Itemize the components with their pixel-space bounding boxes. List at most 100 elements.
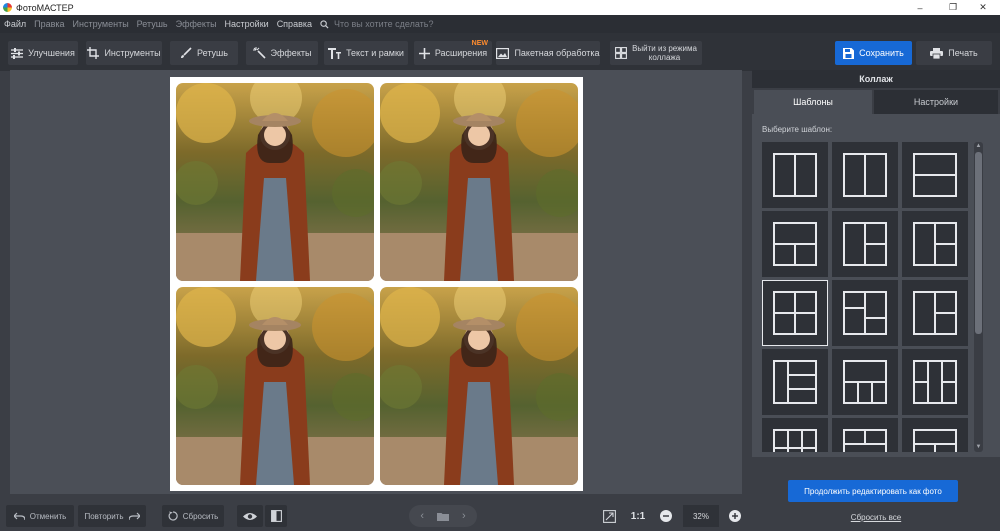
template-four-grid[interactable] [762,280,828,346]
template-three-cols-split[interactable] [902,349,968,415]
search-icon [320,19,329,29]
print-button[interactable]: Печать [916,41,992,65]
exit-collage-button[interactable]: Выйти из режима коллажа [610,41,702,65]
template-top-wide-bottom-split[interactable] [762,211,828,277]
template-rows-split[interactable] [902,418,968,452]
save-button[interactable]: Сохранить [835,41,912,65]
prev-photo-icon[interactable]: ‹ [420,510,424,522]
search-placeholder: Что вы хотите сделать? [334,19,434,29]
actual-size-button[interactable]: 1:1 [626,505,650,527]
extensions-label: Расширения [434,48,488,58]
layout-icon [773,222,817,266]
reset-all-link[interactable]: Сбросить все [752,513,1000,522]
zoom-out-button[interactable] [657,505,675,527]
save-label: Сохранить [859,48,904,58]
layout-icon [773,153,817,197]
menu-tools[interactable]: Инструменты [69,19,133,29]
extensions-button[interactable]: NEW Расширения [414,40,492,65]
collage-photo-1[interactable] [176,83,374,281]
choose-template-label: Выберите шаблон: [762,125,833,134]
image-stack-icon [496,47,510,59]
scroll-up-icon[interactable]: ▲ [975,143,982,150]
text-frames-button[interactable]: Текст и рамки [324,41,408,65]
template-two-rows[interactable] [902,142,968,208]
collage-page[interactable] [170,77,583,491]
retouch-button[interactable]: Ретушь [170,41,238,65]
template-top-three-cols[interactable] [762,418,828,452]
eye-icon [243,512,257,520]
redo-button[interactable]: Повторить [78,505,146,527]
menu-retouch[interactable]: Ретушь [133,19,172,29]
fit-to-screen-button[interactable] [598,505,620,527]
template-scrollbar[interactable]: ▲ ▼ [974,142,983,452]
close-window-button[interactable]: ✕ [968,0,998,15]
template-top-wide-bottom-three[interactable] [832,349,898,415]
layout-icon [913,153,957,197]
menu-edit[interactable]: Правка [30,19,68,29]
new-badge: NEW [471,40,488,47]
reset-button[interactable]: Сбросить [162,505,224,527]
collage-photo-4[interactable] [380,287,578,485]
photo-navigator: ‹ › [409,505,477,527]
collage-photo-3[interactable] [176,287,374,485]
floppy-disk-icon [843,47,855,59]
effects-button[interactable]: Эффекты [246,41,318,65]
zoom-out-icon [660,510,672,522]
enhance-label: Улучшения [28,48,75,58]
magic-wand-icon [252,47,266,59]
maximize-button[interactable]: ❐ [938,0,968,15]
zoom-in-button[interactable] [726,505,744,527]
template-two-columns-b[interactable] [832,142,898,208]
template-grid [762,142,972,452]
menu-file[interactable]: Файл [0,19,30,29]
next-photo-icon[interactable]: › [462,510,466,522]
crop-icon [87,47,100,59]
menu-settings[interactable]: Настройки [221,19,273,29]
title-bar: ФотоМАСТЕР – ❐ ✕ [0,0,1000,15]
plus-icon [418,47,430,59]
batch-processing-button[interactable]: Пакетная обработка [496,41,600,65]
undo-button[interactable]: Отменить [6,505,74,527]
menu-search[interactable]: Что вы хотите сделать? [320,19,434,29]
layout-icon [843,291,887,335]
template-left-tall-right-split[interactable] [832,211,898,277]
folder-icon[interactable] [437,512,449,521]
tab-settings[interactable]: Настройки [874,90,998,114]
layout-icon [773,360,817,404]
undo-icon [13,512,25,520]
template-left-tall-right-three[interactable] [762,349,828,415]
enhance-button[interactable]: Улучшения [8,41,78,65]
collage-photo-2[interactable] [380,83,578,281]
minimize-button[interactable]: – [905,0,935,15]
brush-icon [181,47,192,59]
compare-icon [270,510,282,522]
compare-button[interactable] [265,505,287,527]
printer-icon [930,47,944,59]
template-two-columns[interactable] [762,142,828,208]
layout-icon [913,360,957,404]
menu-help[interactable]: Справка [273,19,316,29]
preview-toggle-button[interactable] [237,505,263,527]
template-rows-three[interactable] [832,418,898,452]
tab-templates[interactable]: Шаблоны [754,90,872,114]
text-frames-label: Текст и рамки [346,48,404,58]
batch-processing-label: Пакетная обработка [514,48,600,58]
template-left-tall-right-split-c[interactable] [902,280,968,346]
continue-as-photo-button[interactable]: Продолжить редактировать как фото [788,480,958,502]
layout-icon [913,291,957,335]
effects-label: Эффекты [270,48,312,58]
template-left-tall-right-split-b[interactable] [902,211,968,277]
print-label: Печать [948,48,978,58]
template-offset-four[interactable] [832,280,898,346]
app-logo-icon [3,3,12,12]
scroll-down-icon[interactable]: ▼ [975,444,982,451]
layout-icon [913,222,957,266]
menu-effects[interactable]: Эффекты [172,19,221,29]
templates-pane: Выберите шаблон: ▲ ▼ [752,114,1000,457]
sliders-icon [11,47,24,59]
scrollbar-thumb[interactable] [975,152,982,334]
text-icon [328,47,342,59]
exit-collage-line2: коллажа [648,53,681,62]
zoom-level[interactable]: 32% [683,505,719,527]
tools-button[interactable]: Инструменты [86,41,162,65]
